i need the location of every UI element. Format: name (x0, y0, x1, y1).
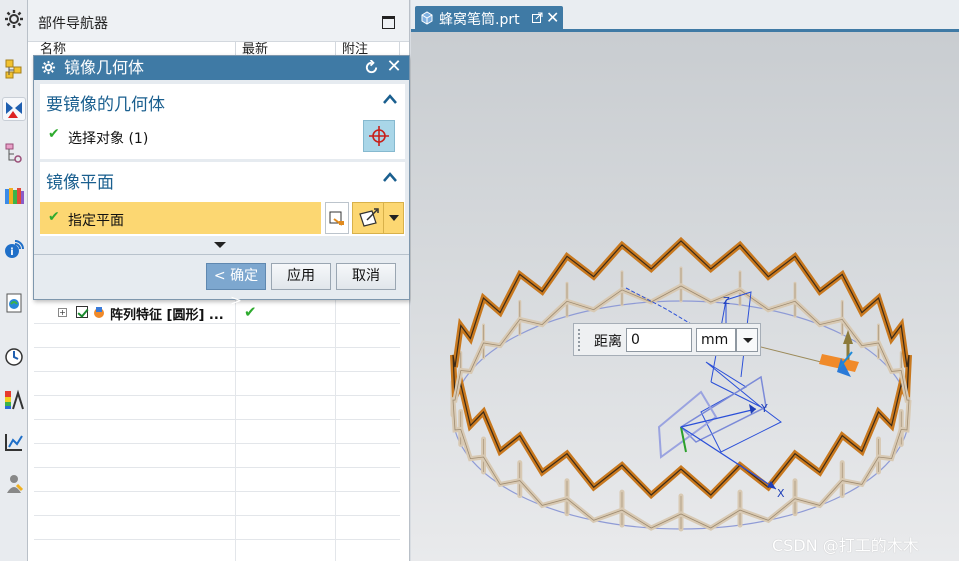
tree-row-empty (34, 420, 400, 444)
honeycomb-pen-holder-model[interactable] (450, 236, 912, 532)
mirror-plane-group: 镜像平面 ✔ 指定平面 (40, 162, 405, 236)
tree-row-empty (34, 396, 400, 420)
tree-row-empty (34, 516, 400, 540)
reuse-library-icon[interactable] (2, 184, 26, 208)
distance-label: 距离 (594, 334, 622, 350)
part-file-icon (421, 11, 433, 25)
drag-handle[interactable] (577, 328, 582, 352)
close-icon[interactable]: ✕ (546, 8, 559, 27)
select-object-row[interactable]: ✔ 选择对象 (1) (40, 120, 405, 152)
inferred-plane-button[interactable] (352, 202, 384, 234)
close-icon[interactable]: ✕ (386, 58, 402, 76)
group-header[interactable]: 要镜像的几何体 (40, 84, 405, 116)
chevron-down-icon (388, 215, 399, 221)
chevron-down-icon[interactable] (736, 328, 758, 352)
distance-input-box[interactable]: 距离 0 mm (573, 323, 761, 356)
tree-row-pattern-feature[interactable]: + 阵列特征 [圆形] ... ✔ (34, 300, 400, 324)
process-studio-icon[interactable] (2, 430, 26, 454)
dialog-title: 镜像几何体 (64, 58, 145, 77)
group-header[interactable]: 镜像平面 (40, 162, 405, 194)
plane-type-dropdown[interactable] (384, 202, 404, 234)
y-axis-label: Y (760, 402, 768, 415)
group-title: 要镜像的几何体 (46, 95, 165, 115)
navigator-header: 部件导航器 (28, 0, 409, 42)
navigator-title: 部件导航器 (38, 16, 108, 32)
plane-dialog-button[interactable] (325, 202, 349, 234)
part-navigator-icon[interactable] (2, 141, 26, 165)
gear-icon (41, 60, 56, 75)
latest-check-icon: ✔ (244, 303, 257, 321)
divider (34, 254, 409, 255)
z-axis-label: Z (723, 296, 730, 307)
constraint-navigator-icon[interactable] (2, 97, 26, 121)
info-icon[interactable]: i (2, 237, 26, 261)
tree-row-empty (34, 540, 400, 561)
tree-row-empty (34, 372, 400, 396)
expand-icon[interactable]: + (58, 308, 67, 317)
check-icon: ✔ (48, 126, 60, 142)
web-browser-icon[interactable] (2, 291, 26, 315)
visibility-checkbox[interactable] (76, 306, 88, 318)
popout-icon[interactable] (532, 12, 543, 23)
tree-row-label: 阵列特征 [圆形] ... (110, 308, 224, 323)
svg-text:i: i (10, 247, 13, 258)
tree-row-empty (34, 444, 400, 468)
distance-value-field[interactable]: 0 (626, 328, 692, 352)
maximize-icon[interactable] (382, 16, 395, 29)
chevron-up-icon[interactable] (383, 172, 397, 182)
specify-plane-row[interactable]: ✔ 指定平面 (40, 202, 321, 234)
watermark: CSDN @打工的木木 (772, 536, 919, 555)
ok-button[interactable]: < 确定 > (206, 263, 266, 309)
mirror-geometry-dialog: 镜像几何体 ✕ 要镜像的几何体 ✔ 选择对象 (1) 镜像平面 ✔ 指定平面 <… (33, 55, 410, 309)
document-tab-title: 蜂窝笔筒.prt (439, 12, 520, 28)
select-object-button[interactable] (363, 120, 395, 152)
navigator-tree: + 阵列特征 [圆形] ... ✔ (34, 300, 400, 561)
chevron-up-icon[interactable] (383, 94, 397, 104)
x-axis-label: X (777, 487, 785, 500)
cancel-button[interactable]: 取消 (336, 263, 396, 290)
dialog-titlebar[interactable]: 镜像几何体 ✕ (34, 56, 409, 80)
crosshair-icon (369, 126, 389, 146)
history-icon[interactable] (2, 345, 26, 369)
reset-icon[interactable] (364, 60, 379, 75)
select-object-label: 选择对象 (1) (68, 131, 149, 147)
check-icon: ✔ (48, 209, 60, 225)
group-title: 镜像平面 (46, 173, 114, 193)
analysis-icon[interactable] (2, 388, 26, 412)
specify-plane-label: 指定平面 (68, 213, 124, 229)
graphics-window[interactable]: 蜂窝笔筒.prt ✕ Y X Z (411, 0, 959, 561)
tree-row-empty (34, 348, 400, 372)
apply-button[interactable]: 应用 (271, 263, 331, 290)
document-tab[interactable]: 蜂窝笔筒.prt ✕ (415, 6, 563, 32)
plane-dialog-icon (329, 211, 344, 226)
plane-icon (359, 208, 379, 227)
gear-icon[interactable] (2, 7, 26, 31)
tree-row-empty (34, 468, 400, 492)
resource-bar: i (0, 0, 28, 561)
model-view[interactable]: Y X Z (411, 32, 959, 561)
tree-row-empty (34, 492, 400, 516)
geometry-to-mirror-group: 要镜像的几何体 ✔ 选择对象 (1) (40, 84, 405, 159)
more-options-chevron-icon[interactable] (214, 242, 226, 248)
datum-csys: Y X Z (625, 287, 785, 500)
assembly-navigator-icon[interactable] (2, 57, 26, 81)
pattern-feature-icon (94, 307, 104, 318)
distance-unit-select[interactable]: mm (696, 328, 736, 352)
document-tab-strip: 蜂窝笔筒.prt ✕ (411, 0, 959, 32)
tree-row-empty (34, 324, 400, 348)
roles-icon[interactable] (2, 472, 26, 496)
